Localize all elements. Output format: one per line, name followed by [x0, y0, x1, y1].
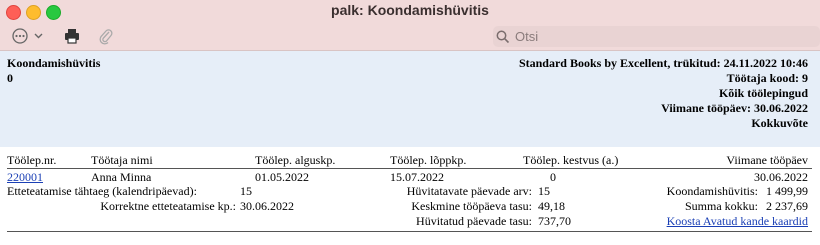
attach-button[interactable] — [98, 26, 114, 46]
printer-icon — [65, 29, 79, 44]
contract-start-date: 01.05.2022 — [255, 170, 309, 184]
report-title: Koondamishüvitis — [7, 56, 101, 70]
search-field[interactable]: Otsi — [493, 26, 820, 47]
report-meta-employee-code: Töötaja kood: 9 — [726, 71, 808, 85]
report-meta-summary: Kokkuvõte — [751, 116, 808, 130]
compensated-days-value: 15 — [538, 184, 550, 198]
col-header-end-date: Töölep. lõppkp. — [390, 153, 467, 167]
compensated-days-pay-value: 737,70 — [538, 214, 571, 228]
severance-pay-label: Koondamishüvitis: — [666, 184, 758, 198]
employee-name: Anna Minna — [91, 170, 152, 184]
header-divider — [7, 168, 812, 169]
search-placeholder: Otsi — [515, 29, 539, 44]
col-header-duration: Töölep. kestvus (a.) — [523, 153, 619, 167]
average-daily-pay-value: 49,18 — [538, 199, 565, 213]
report-meta-printed: Standard Books by Excellent, trükitud: 2… — [518, 56, 808, 70]
print-button[interactable] — [63, 26, 81, 46]
correct-notice-date-label: Korrektne etteteatamise kp.: — [100, 199, 236, 213]
more-actions-menu[interactable] — [11, 26, 47, 46]
total-sum-label: Summa kokku: — [684, 199, 758, 213]
search-icon — [496, 30, 510, 43]
notice-period-value: 15 — [240, 184, 252, 198]
compensated-days-pay-label: Hüvitatud päevade tasu: — [416, 214, 532, 228]
contract-duration: 0 — [550, 170, 556, 184]
report-meta-contracts: Kõik töölepingud — [718, 86, 808, 100]
footer-divider — [7, 231, 812, 232]
compensated-days-label: Hüvitatavate päevade arv: — [406, 184, 532, 198]
report-meta-last-day: Viimane tööpäev: 30.06.2022 — [661, 101, 808, 115]
col-header-last-day: Viimane tööpäev — [726, 153, 808, 167]
notice-period-label: Etteteatamise tähtaeg (kalendripäevad): — [7, 184, 197, 198]
contract-number-link[interactable]: 220001 — [7, 170, 43, 184]
col-header-contract-no: Töölep.nr. — [7, 153, 57, 167]
correct-notice-date-value: 30.06.2022 — [240, 199, 294, 213]
report-subtitle: 0 — [7, 71, 13, 85]
contract-end-date: 15.07.2022 — [390, 170, 444, 184]
paperclip-icon — [99, 29, 113, 45]
window-titlebar: palk: Koondamishüvitis Otsi — [0, 0, 820, 51]
average-daily-pay-label: Keskmine tööpäeva tasu: — [411, 199, 532, 213]
total-sum-value: 2 237,69 — [766, 199, 808, 213]
col-header-employee-name: Töötaja nimi — [91, 153, 153, 167]
col-header-start-date: Töölep. alguskp. — [255, 153, 336, 167]
severance-pay-value: 1 499,99 — [766, 184, 808, 198]
more-icon — [12, 28, 43, 44]
last-working-day: 30.06.2022 — [754, 170, 808, 184]
window-title: palk: Koondamishüvitis — [331, 2, 489, 18]
create-open-entry-cards-link[interactable]: Koosta Avatud kande kaardid — [667, 214, 808, 228]
